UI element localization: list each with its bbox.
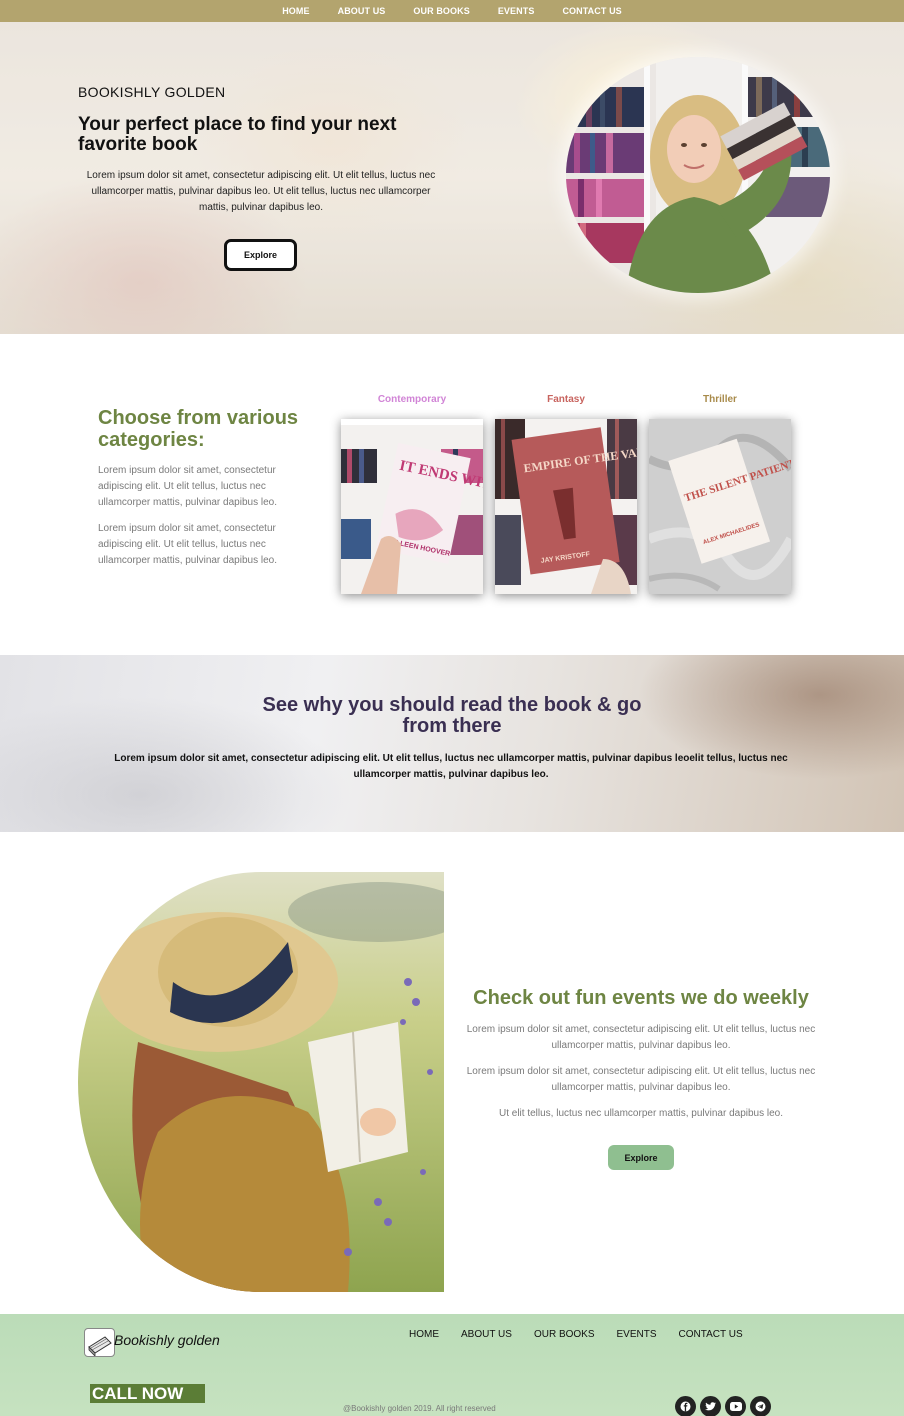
banner-text: Lorem ipsum dolor sit amet, consectetur … (114, 753, 788, 780)
categories-heading: Choose from various categories: (98, 407, 299, 451)
top-nav: HOME ABOUT US OUR BOOKS EVENTS CONTACT U… (0, 0, 904, 22)
hero-photo (566, 57, 830, 293)
girl-reading-image (78, 872, 444, 1292)
category-label-thriller[interactable]: Thriller (649, 394, 791, 405)
category-label-fantasy[interactable]: Fantasy (495, 394, 637, 405)
book-cover-image: THE SILENT PATIENT ALEX MICHAELIDES (649, 419, 791, 594)
book-icon (88, 1336, 112, 1357)
nav-about-us[interactable]: ABOUT US (338, 6, 386, 16)
footer-nav: HOME ABOUT US OUR BOOKS EVENTS CONTACT U… (398, 1329, 754, 1340)
events-paragraph-3: Ut elit tellus, luctus nec ullamcorper m… (498, 1108, 784, 1119)
footer-nav-home[interactable]: HOME (409, 1329, 439, 1340)
footer-nav-our-books[interactable]: OUR BOOKS (534, 1329, 595, 1340)
banner-title: See why you should read the book & go fr… (262, 694, 642, 737)
events-explore-button[interactable]: Explore (608, 1145, 674, 1170)
twitter-icon[interactable] (700, 1396, 721, 1416)
footer-nav-contact-us[interactable]: CONTACT US (679, 1329, 743, 1340)
footer-nav-about-us[interactable]: ABOUT US (461, 1329, 512, 1340)
categories-paragraph-2: Lorem ipsum dolor sit amet, consectetur … (98, 523, 277, 566)
youtube-icon[interactable] (725, 1396, 746, 1416)
brand-kicker: BOOKISHLY GOLDEN (78, 84, 226, 100)
category-label-contemporary[interactable]: Contemporary (341, 394, 483, 405)
footer-brand[interactable]: Bookishly golden (114, 1332, 220, 1348)
facebook-icon[interactable] (675, 1396, 696, 1416)
call-now-button[interactable]: CALL NOW (90, 1384, 205, 1403)
events-photo (78, 872, 444, 1292)
hero-text: Lorem ipsum dolor sit amet, consectetur … (86, 170, 436, 213)
events-paragraph-2: Lorem ipsum dolor sit amet, consectetur … (466, 1066, 816, 1093)
hero-explore-button[interactable]: Explore (224, 239, 297, 271)
nav-events[interactable]: EVENTS (498, 6, 535, 16)
hero-section: BOOKISHLY GOLDEN Your perfect place to f… (0, 22, 904, 334)
events-title: Check out fun events we do weekly (473, 987, 809, 1009)
footer: Bookishly golden HOME ABOUT US OUR BOOKS… (0, 1314, 904, 1416)
telegram-icon[interactable] (750, 1396, 771, 1416)
category-card-fantasy[interactable]: EMPIRE OF THE VAMPIRE JAY KRISTOFF (495, 419, 637, 594)
book-cover-image: IT ENDS WITH US COLLEEN HOOVER (341, 419, 483, 594)
nav-contact-us[interactable]: CONTACT US (562, 6, 621, 16)
book-logo-icon[interactable] (84, 1328, 115, 1357)
social-links (675, 1396, 771, 1416)
events-paragraph-1: Lorem ipsum dolor sit amet, consectetur … (466, 1024, 816, 1051)
category-card-thriller[interactable]: THE SILENT PATIENT ALEX MICHAELIDES (649, 419, 791, 594)
copyright-text: @Bookishly golden 2019. All right reserv… (343, 1404, 496, 1413)
category-card-contemporary[interactable]: IT ENDS WITH US COLLEEN HOOVER (341, 419, 483, 594)
categories-paragraph-1: Lorem ipsum dolor sit amet, consectetur … (98, 465, 277, 508)
hero-title: Your perfect place to find your next fav… (78, 114, 397, 155)
book-cover-image: EMPIRE OF THE VAMPIRE JAY KRISTOFF (495, 419, 637, 594)
nav-home[interactable]: HOME (282, 6, 309, 16)
footer-nav-events[interactable]: EVENTS (617, 1329, 657, 1340)
woman-with-books-image (566, 57, 830, 293)
read-banner: See why you should read the book & go fr… (0, 655, 904, 832)
nav-our-books[interactable]: OUR BOOKS (413, 6, 469, 16)
